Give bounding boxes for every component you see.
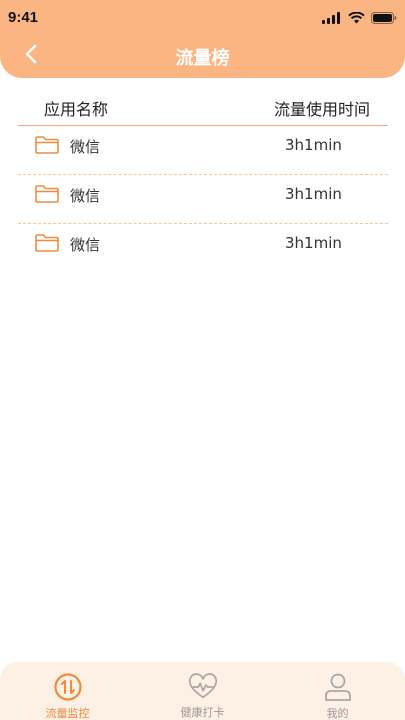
app-name: 微信 bbox=[70, 138, 101, 156]
usage-time: 3h1min bbox=[285, 234, 342, 252]
tab-traffic-monitor[interactable]: 流量监控 bbox=[0, 662, 135, 720]
column-app-name: 应用名称 bbox=[44, 100, 109, 119]
tab-label: 健康打卡 bbox=[180, 706, 225, 719]
tab-me[interactable]: 我的 bbox=[270, 662, 405, 720]
app-name: 微信 bbox=[70, 236, 101, 254]
app-list: 微信 3h1min 微信 3h1min 微信 3h1min bbox=[18, 126, 388, 273]
table-row[interactable]: 微信 3h1min bbox=[18, 126, 388, 175]
folder-icon bbox=[35, 136, 59, 154]
header-bar: 9:41 流量榜 bbox=[0, 0, 405, 78]
status-icons bbox=[322, 9, 397, 28]
column-usage-time: 流量使用时间 bbox=[273, 100, 370, 119]
signal-icon bbox=[322, 9, 342, 28]
table-row[interactable]: 微信 3h1min bbox=[18, 175, 388, 224]
tab-label: 流量监控 bbox=[45, 707, 90, 720]
page-title: 流量榜 bbox=[175, 48, 230, 69]
screen: 9:41 流量榜 应用名称 流量使用时间 微信 3h1min 微信 3h1min… bbox=[0, 0, 405, 720]
tab-health-checkin[interactable]: 健康打卡 bbox=[135, 662, 270, 720]
person-icon bbox=[323, 672, 353, 702]
table-header: 应用名称 流量使用时间 bbox=[18, 92, 388, 126]
status-time: 9:41 bbox=[8, 9, 39, 26]
traffic-icon bbox=[53, 672, 83, 702]
app-name: 微信 bbox=[70, 187, 101, 205]
bottom-tab-bar: 流量监控 健康打卡 我的 bbox=[0, 662, 405, 720]
wifi-icon bbox=[348, 9, 365, 28]
heartbeat-icon bbox=[188, 672, 218, 701]
tab-label: 我的 bbox=[326, 707, 349, 720]
battery-icon bbox=[371, 9, 397, 28]
folder-icon bbox=[35, 185, 59, 203]
table-row[interactable]: 微信 3h1min bbox=[18, 224, 388, 273]
usage-time: 3h1min bbox=[285, 136, 342, 154]
usage-time: 3h1min bbox=[285, 185, 342, 203]
folder-icon bbox=[35, 234, 59, 252]
